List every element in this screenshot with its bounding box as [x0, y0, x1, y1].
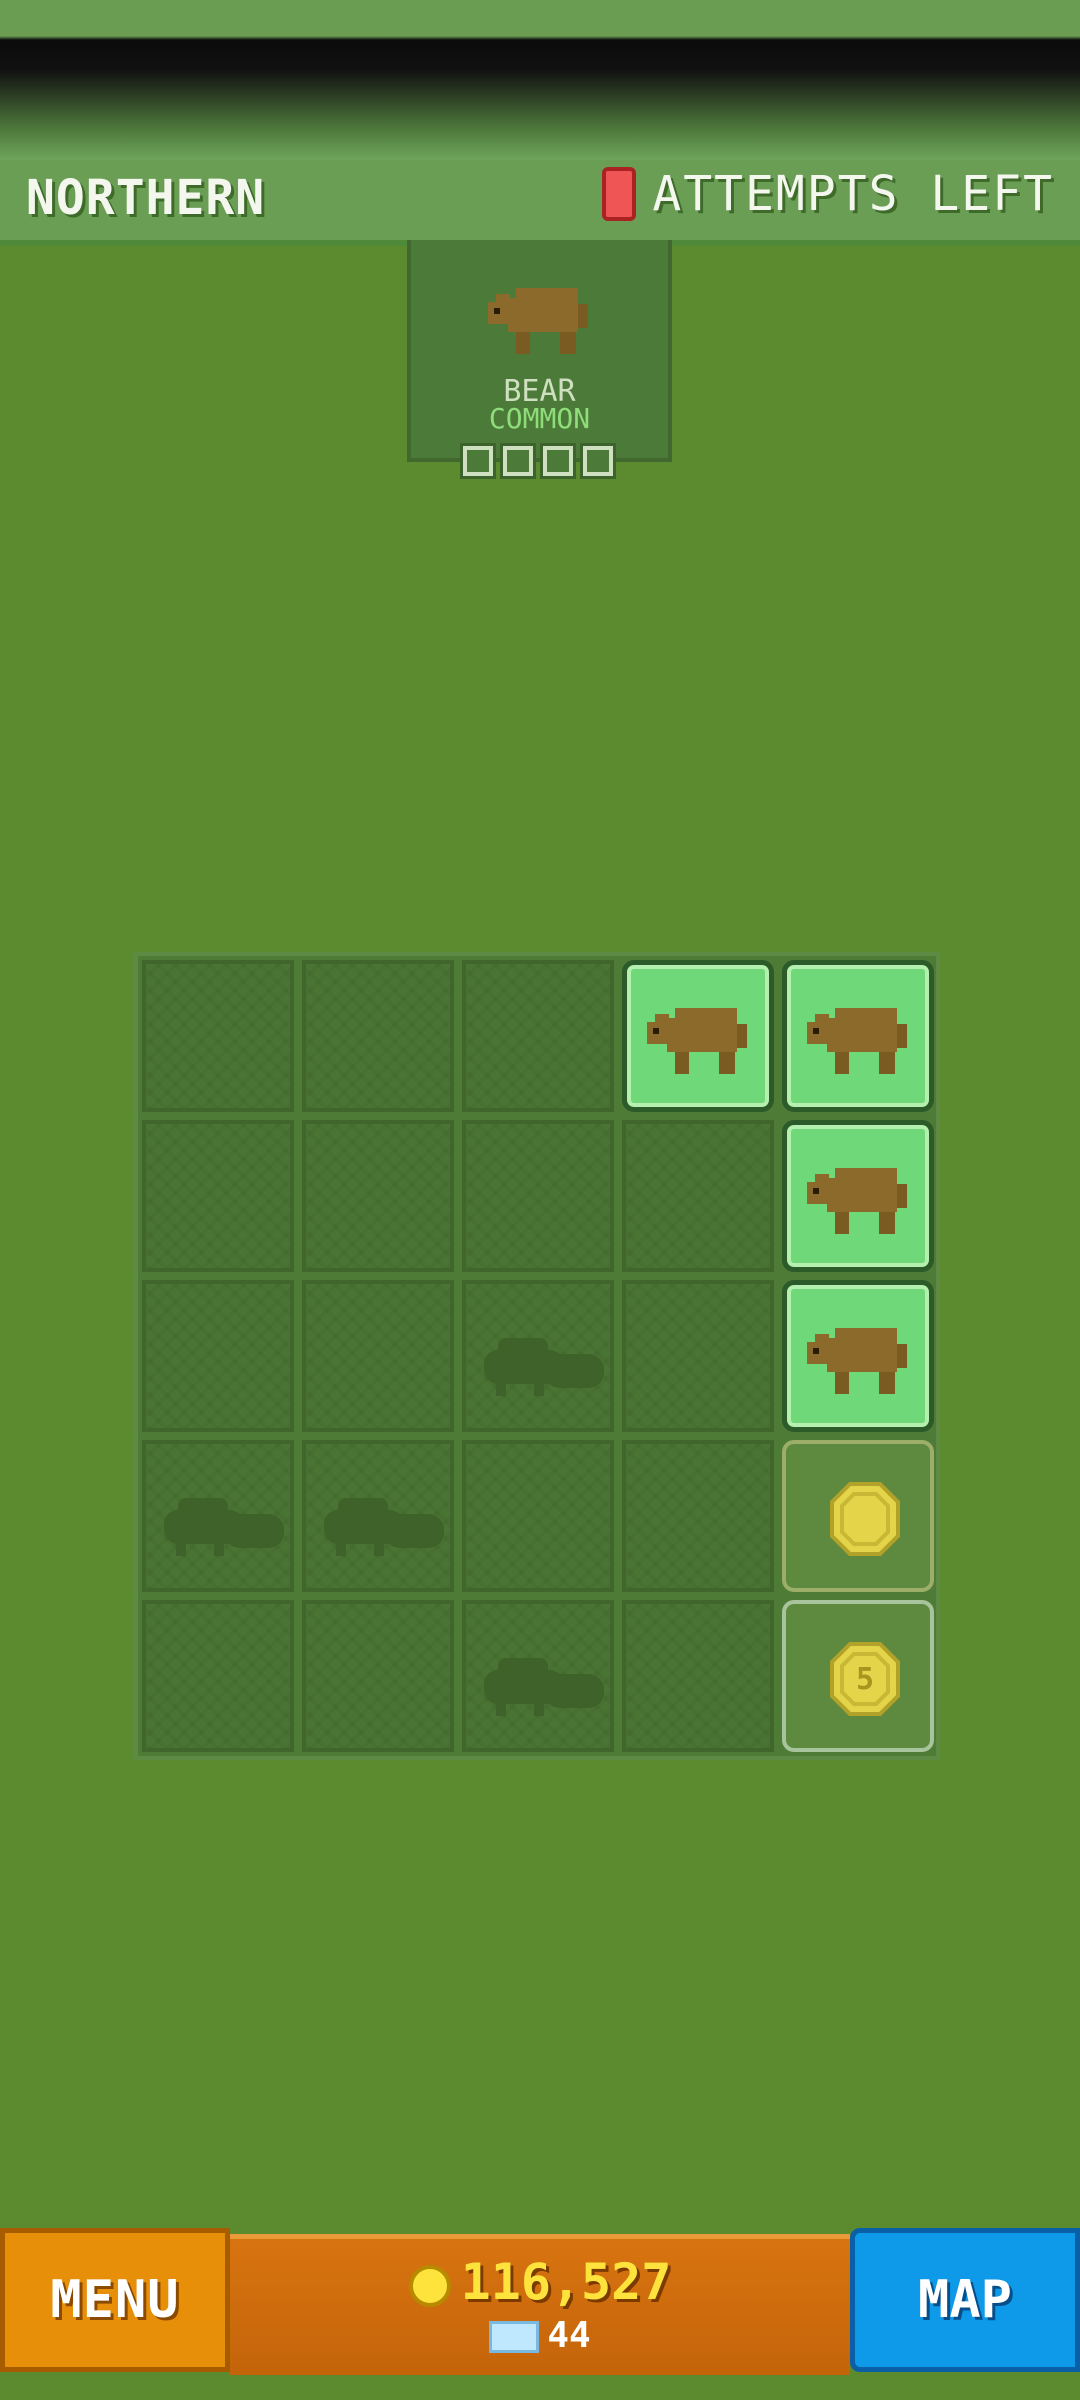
- coin-value: 5: [856, 1662, 874, 1697]
- header-bar: NORTHERN 0 ATTEMPTS LEFT: [0, 160, 1080, 246]
- menu-button[interactable]: MENU: [0, 2228, 230, 2372]
- coin-amount: 116,527: [460, 2253, 672, 2311]
- animal-rarity: COMMON: [488, 402, 591, 435]
- grid-tile-empty[interactable]: [302, 1120, 454, 1272]
- grid-tile-coin-5[interactable]: 5: [782, 1600, 934, 1752]
- coin-icon: [830, 1482, 900, 1556]
- hidden-animal-silhouette: [324, 1498, 444, 1556]
- dig-grid: 5: [134, 952, 940, 1760]
- grid-tile-bear[interactable]: [622, 960, 774, 1112]
- grid-tile-empty[interactable]: [622, 1440, 774, 1592]
- grid-tile-bear[interactable]: [782, 1280, 934, 1432]
- grid-tile-hint[interactable]: [142, 1440, 294, 1592]
- hidden-animal-silhouette: [164, 1498, 284, 1556]
- grid-tile-bear[interactable]: [782, 960, 934, 1112]
- bear-icon: [807, 1168, 907, 1234]
- grid-tile-empty[interactable]: [622, 1120, 774, 1272]
- progress-dots: [460, 443, 616, 479]
- grid-tile-empty[interactable]: [142, 1600, 294, 1752]
- grid-tile-empty[interactable]: [142, 1120, 294, 1272]
- attempts-count: 0: [602, 167, 637, 221]
- grid-tile-empty[interactable]: [462, 1120, 614, 1272]
- coin-icon: [408, 2264, 451, 2307]
- region-title: NORTHERN: [26, 170, 266, 226]
- hidden-animal-silhouette: [484, 1338, 604, 1396]
- grid-tile-empty[interactable]: [302, 1600, 454, 1752]
- gem-icon: [489, 2321, 540, 2353]
- hidden-animal-silhouette: [484, 1658, 604, 1716]
- coin-balance: 116,527: [230, 2253, 850, 2311]
- grid-tile-hint[interactable]: [302, 1440, 454, 1592]
- attempts-indicator: 0 ATTEMPTS LEFT: [602, 166, 1054, 222]
- status-area: [0, 0, 1080, 160]
- map-button[interactable]: MAP: [850, 2228, 1080, 2372]
- grid-tile-bear[interactable]: [782, 1120, 934, 1272]
- grid-tile-empty[interactable]: [142, 960, 294, 1112]
- bear-icon: [807, 1008, 907, 1074]
- grid-tile-coin[interactable]: [782, 1440, 934, 1592]
- target-animal-card: BEAR COMMON: [407, 240, 672, 479]
- coin-icon: 5: [830, 1642, 900, 1716]
- wallet: 116,527 44: [230, 2234, 850, 2375]
- progress-dot: [460, 443, 496, 479]
- grid-tile-empty[interactable]: [462, 1440, 614, 1592]
- bottom-bar: MENU 116,527 44 MAP: [0, 2228, 1080, 2378]
- gem-balance: 44: [230, 2315, 850, 2356]
- bear-icon: [488, 288, 588, 354]
- grid-tile-empty[interactable]: [142, 1280, 294, 1432]
- grid-tile-hint[interactable]: [462, 1600, 614, 1752]
- progress-dot: [580, 443, 616, 479]
- progress-dot: [540, 443, 576, 479]
- grid-tile-empty[interactable]: [622, 1280, 774, 1432]
- progress-dot: [500, 443, 536, 479]
- grid-tile-empty[interactable]: [302, 1280, 454, 1432]
- attempts-label: ATTEMPTS LEFT: [652, 166, 1054, 222]
- grid-tile-empty[interactable]: [622, 1600, 774, 1752]
- gem-amount: 44: [547, 2315, 591, 2356]
- bear-icon: [647, 1008, 747, 1074]
- grid-tile-empty[interactable]: [462, 960, 614, 1112]
- grid-tile-hint[interactable]: [462, 1280, 614, 1432]
- bear-icon: [807, 1328, 907, 1394]
- grid-tile-empty[interactable]: [302, 960, 454, 1112]
